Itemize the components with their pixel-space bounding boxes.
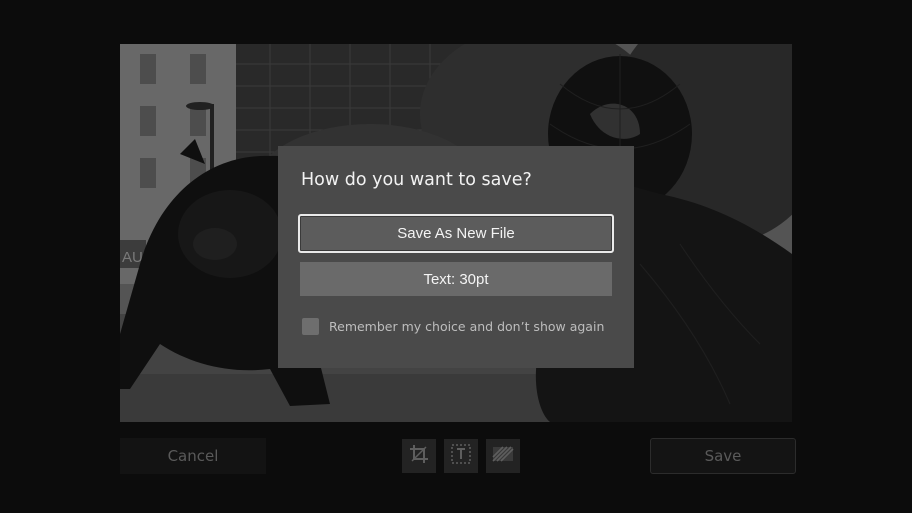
cancel-button[interactable]: Cancel	[120, 438, 266, 474]
save-as-new-file-button[interactable]: Save As New File	[298, 214, 614, 253]
save-dialog: How do you want to save? Save As New Fil…	[278, 146, 634, 368]
remember-choice-row[interactable]: Remember my choice and don’t show again	[302, 318, 604, 335]
filter-tool-button[interactable]	[486, 439, 520, 473]
crop-tool-button[interactable]	[402, 439, 436, 473]
text-frame-icon	[450, 443, 472, 469]
photo-editor-screen: AUR Cancel Save How do you want to save?…	[0, 0, 912, 513]
save-as-new-file-label: Save As New File	[397, 225, 515, 242]
save-button[interactable]: Save	[650, 438, 796, 474]
save-button-label: Save	[704, 447, 742, 465]
filter-icon	[492, 446, 514, 466]
text-30pt-option-button[interactable]: Text: 30pt	[300, 262, 612, 296]
cancel-button-label: Cancel	[167, 447, 219, 465]
remember-choice-label: Remember my choice and don’t show again	[329, 319, 605, 334]
text-tool-button[interactable]	[444, 439, 478, 473]
text-30pt-option-label: Text: 30pt	[423, 270, 489, 288]
dialog-title: How do you want to save?	[301, 170, 532, 190]
crop-icon	[409, 444, 429, 468]
remember-choice-checkbox[interactable]	[302, 318, 319, 335]
